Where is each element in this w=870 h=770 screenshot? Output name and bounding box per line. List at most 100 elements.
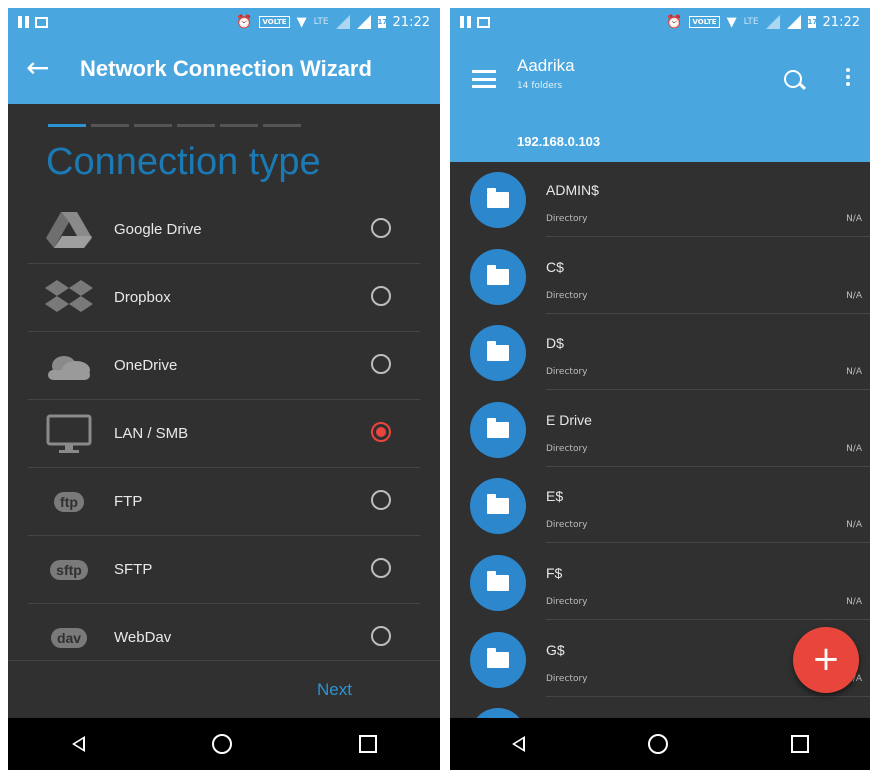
- connection-label: SFTP: [114, 561, 153, 578]
- nav-back-icon[interactable]: [71, 736, 85, 752]
- connection-label: Google Drive: [114, 221, 202, 238]
- folder-icon: [470, 554, 526, 611]
- app-bar: ← Network Connection Wizard: [8, 36, 440, 104]
- directory-name: F$: [546, 564, 563, 581]
- directory-type: Directory: [546, 214, 588, 224]
- divider: [8, 660, 440, 661]
- image-icon: [477, 16, 490, 28]
- nav-recents-icon[interactable]: [358, 735, 377, 753]
- connection-label: FTP: [114, 493, 143, 510]
- directory-size: N/A: [846, 596, 862, 607]
- list-item[interactable]: C$ Directory N/A: [450, 239, 870, 316]
- hamburger-menu-icon[interactable]: [472, 70, 496, 88]
- list-item[interactable]: D$ Directory N/A: [450, 315, 870, 392]
- connection-item-lan-smb[interactable]: LAN / SMB: [28, 400, 420, 468]
- directory-type: Directory: [546, 520, 588, 531]
- directory-size: N/A: [846, 367, 862, 378]
- connection-item-ftp[interactable]: ftp FTP: [28, 468, 420, 536]
- radio-button[interactable]: [371, 626, 391, 646]
- lte-label: LTE: [743, 17, 759, 27]
- alarm-icon: ⏰: [666, 14, 683, 30]
- radio-button[interactable]: [371, 490, 391, 510]
- radio-button-selected[interactable]: [371, 422, 391, 442]
- list-item[interactable]: ADMIN$ Directory N/A: [450, 162, 870, 239]
- app-bar: Aadrika 14 folders 192.168.0.103: [450, 36, 870, 162]
- directory-name: E$: [546, 488, 564, 505]
- folder-icon: [470, 401, 526, 458]
- more-options-icon[interactable]: [846, 68, 850, 86]
- monitor-icon: [44, 414, 94, 454]
- sftp-icon: sftp: [44, 550, 94, 590]
- list-item[interactable]: E$ Directory N/A: [450, 468, 870, 545]
- google-drive-icon: [44, 210, 94, 250]
- host-address: 192.168.0.103: [517, 134, 601, 149]
- share-title: Aadrika: [517, 56, 575, 75]
- folder-icon: [470, 325, 526, 382]
- radio-button[interactable]: [371, 218, 391, 238]
- nav-back-icon[interactable]: [511, 736, 525, 752]
- connection-item-onedrive[interactable]: OneDrive: [28, 332, 420, 400]
- directory-type: Directory: [546, 443, 588, 454]
- status-time: 21:22: [392, 14, 430, 30]
- section-title: Connection type: [46, 141, 321, 183]
- directory-size: N/A: [846, 290, 862, 301]
- folder-icon: [470, 248, 526, 305]
- alarm-icon: ⏰: [236, 14, 253, 30]
- page-title: Network Connection Wizard: [80, 56, 372, 81]
- folder-browser-screen: ⏰ VOLTE ▼ LTE 17 21:22 Aadrika 14 folder…: [450, 8, 870, 770]
- pause-icon: [18, 16, 29, 28]
- folder-icon: [470, 478, 526, 535]
- connection-label: LAN / SMB: [114, 425, 189, 442]
- status-bar: ⏰ VOLTE ▼ LTE 17 21:22: [450, 8, 870, 36]
- battery-icon: 17: [377, 16, 388, 28]
- status-time: 21:22: [822, 14, 860, 30]
- directory-size: N/A: [846, 214, 862, 224]
- volte-badge: VOLTE: [259, 16, 290, 28]
- directory-size: N/A: [846, 520, 862, 531]
- navigation-bar: [8, 718, 440, 770]
- connection-item-dropbox[interactable]: Dropbox: [28, 264, 420, 332]
- radio-button[interactable]: [371, 354, 391, 374]
- directory-size: N/A: [846, 443, 862, 454]
- connection-label: Dropbox: [114, 289, 171, 306]
- image-icon: [35, 16, 48, 28]
- directory-type: Directory: [546, 673, 588, 684]
- directory-type: Directory: [546, 596, 588, 607]
- webdav-icon: dav: [44, 618, 94, 658]
- battery-icon: 17: [807, 16, 818, 28]
- list-item[interactable]: E Drive Directory N/A: [450, 392, 870, 469]
- navigation-bar: [450, 718, 870, 770]
- back-arrow-icon[interactable]: ←: [26, 54, 49, 82]
- nav-home-icon[interactable]: [647, 734, 668, 754]
- dropbox-icon: [44, 278, 94, 318]
- directory-name: G$: [546, 641, 565, 658]
- directory-type: Directory: [546, 367, 588, 378]
- directory-name: D$: [546, 335, 564, 352]
- signal-icon-2: [356, 15, 371, 29]
- volte-badge: VOLTE: [689, 16, 720, 28]
- radio-button[interactable]: [371, 286, 391, 306]
- nav-recents-icon[interactable]: [790, 735, 809, 753]
- lte-label: LTE: [313, 17, 329, 27]
- connection-item-sftp[interactable]: sftp SFTP: [28, 536, 420, 604]
- signal-icon-2: [786, 15, 801, 29]
- nav-home-icon[interactable]: [211, 734, 232, 754]
- search-icon[interactable]: [784, 70, 802, 88]
- signal-icon: [765, 15, 780, 29]
- connection-label: OneDrive: [114, 357, 178, 374]
- connection-wizard-screen: ⏰ VOLTE ▼ LTE 17 21:22 ← Network Connect…: [8, 8, 440, 770]
- add-button[interactable]: +: [793, 627, 859, 693]
- pause-icon: [460, 16, 471, 28]
- directory-name: ADMIN$: [546, 182, 599, 198]
- list-item[interactable]: F$ Directory N/A: [450, 545, 870, 622]
- next-button[interactable]: Next: [317, 680, 352, 700]
- connection-type-list: Google Drive Dropbox OneDrive LAN / SMB: [28, 196, 420, 671]
- directory-name: E Drive: [546, 411, 592, 428]
- directory-list: ADMIN$ Directory N/A C$ Directory N/A D$…: [450, 162, 870, 698]
- connection-item-google-drive[interactable]: Google Drive: [28, 196, 420, 264]
- onedrive-icon: [44, 346, 94, 386]
- radio-button[interactable]: [371, 558, 391, 578]
- folder-count: 14 folders: [517, 81, 563, 91]
- status-bar: ⏰ VOLTE ▼ LTE 17 21:22: [8, 8, 440, 36]
- ftp-icon: ftp: [44, 482, 94, 522]
